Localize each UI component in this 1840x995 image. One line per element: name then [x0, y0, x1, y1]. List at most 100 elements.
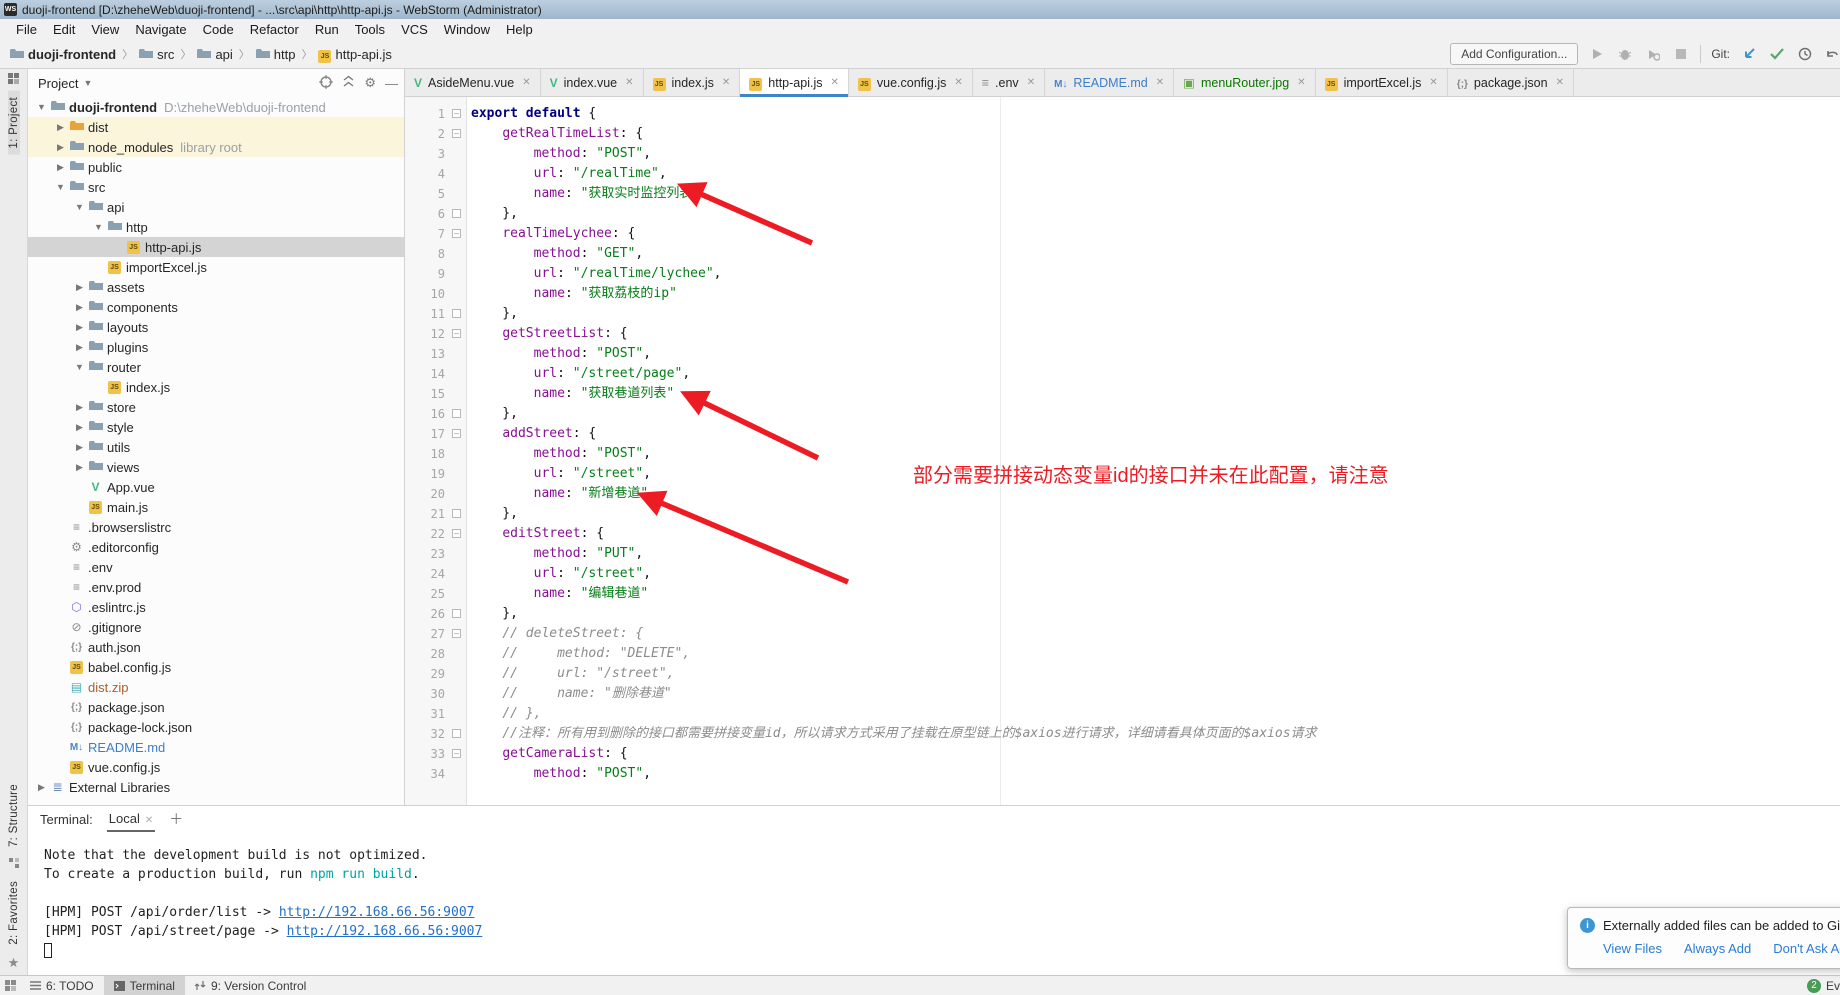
close-icon[interactable]: ✕ — [1156, 77, 1164, 88]
menu-item-code[interactable]: Code — [195, 20, 242, 39]
tree-item-style[interactable]: ▶style — [28, 417, 404, 437]
status-tool-switcher-icon[interactable] — [0, 980, 20, 991]
fold-marker-icon[interactable]: – — [452, 429, 461, 438]
tool-window-switcher-icon[interactable] — [8, 73, 19, 87]
tree-collapse-arrow[interactable]: ▶ — [53, 142, 68, 153]
tree-item-.env.prod[interactable]: ≡.env.prod — [28, 577, 404, 597]
close-icon[interactable]: ✕ — [625, 77, 633, 88]
tree-collapse-arrow[interactable]: ▶ — [53, 122, 68, 133]
fold-marker-icon[interactable]: – — [452, 749, 461, 758]
collapse-all-icon[interactable] — [342, 75, 355, 91]
breadcrumb-item-http-api.js[interactable]: JShttp-api.js — [316, 46, 393, 63]
tree-item-api[interactable]: ▼api — [28, 197, 404, 217]
status-version-control-button[interactable]: 9: Version Control — [185, 976, 316, 995]
tree-item-auth.json[interactable]: {;}auth.json — [28, 637, 404, 657]
breadcrumb-item-api[interactable]: api — [195, 47, 234, 62]
fold-end-marker-icon[interactable] — [452, 209, 461, 218]
select-opened-file-icon[interactable] — [319, 75, 333, 92]
git-update-icon[interactable] — [1740, 45, 1758, 63]
menu-item-window[interactable]: Window — [436, 20, 498, 39]
tree-expanded-arrow[interactable]: ▼ — [91, 222, 106, 232]
tree-collapse-arrow[interactable]: ▶ — [72, 462, 87, 473]
tab-http-api.js[interactable]: JShttp-api.js✕ — [740, 69, 849, 96]
tree-collapse-arrow[interactable]: ▶ — [72, 422, 87, 433]
terminal-link[interactable]: http://192.168.66.56:9007 — [287, 924, 483, 939]
event-log-button[interactable]: 2 Ev — [1807, 979, 1840, 993]
run-with-coverage-icon[interactable] — [1644, 45, 1662, 63]
close-icon[interactable]: ✕ — [1556, 77, 1564, 88]
tree-item-.gitignore[interactable]: ⊘.gitignore — [28, 617, 404, 637]
tree-item-http-api.js[interactable]: JShttp-api.js — [28, 237, 404, 257]
add-configuration-button[interactable]: Add Configuration... — [1450, 43, 1578, 65]
close-icon[interactable]: ✕ — [1297, 77, 1305, 88]
tree-expanded-arrow[interactable]: ▼ — [72, 202, 87, 212]
close-icon[interactable]: ✕ — [722, 77, 730, 88]
menu-item-run[interactable]: Run — [307, 20, 347, 39]
close-icon[interactable]: ✕ — [522, 77, 530, 88]
tree-item-views[interactable]: ▶views — [28, 457, 404, 477]
tree-collapse-arrow[interactable]: ▶ — [72, 342, 87, 353]
fold-end-marker-icon[interactable] — [452, 729, 461, 738]
tree-item-External Libraries[interactable]: ▶≣External Libraries — [28, 777, 404, 797]
tree-item-package-lock.json[interactable]: {;}package-lock.json — [28, 717, 404, 737]
tree-item-public[interactable]: ▶public — [28, 157, 404, 177]
tree-item-.browserslistrc[interactable]: ≡.browserslistrc — [28, 517, 404, 537]
status-todo-button[interactable]: 6: TODO — [20, 976, 104, 995]
fold-end-marker-icon[interactable] — [452, 509, 461, 518]
tab-menuRouter.jpg[interactable]: ▣menuRouter.jpg✕ — [1174, 69, 1315, 96]
tree-item-App.vue[interactable]: VApp.vue — [28, 477, 404, 497]
tree-collapse-arrow[interactable]: ▶ — [72, 302, 87, 313]
terminal-tab-local[interactable]: Local✕ — [107, 807, 155, 832]
stripe-structure-button[interactable]: 7: Structure — [8, 778, 20, 853]
tree-item-index.js[interactable]: JSindex.js — [28, 377, 404, 397]
tree-item-layouts[interactable]: ▶layouts — [28, 317, 404, 337]
fold-end-marker-icon[interactable] — [452, 409, 461, 418]
tree-expanded-arrow[interactable]: ▼ — [34, 102, 49, 112]
breadcrumb-item-duoji-frontend[interactable]: duoji-frontend — [8, 47, 118, 62]
breadcrumb-item-src[interactable]: src — [137, 47, 176, 62]
tree-item-node_modules[interactable]: ▶node_moduleslibrary root — [28, 137, 404, 157]
tree-collapse-arrow[interactable]: ▶ — [34, 782, 49, 793]
tree-expanded-arrow[interactable]: ▼ — [72, 362, 87, 372]
favorites-star-icon[interactable]: ★ — [8, 955, 20, 971]
notification-action-always-add[interactable]: Always Add — [1684, 941, 1751, 956]
notification-action-view-files[interactable]: View Files — [1603, 941, 1662, 956]
fold-marker-icon[interactable]: – — [452, 109, 461, 118]
tree-item-.editorconfig[interactable]: ⚙.editorconfig — [28, 537, 404, 557]
settings-gear-icon[interactable]: ⚙ — [364, 75, 376, 91]
terminal-link[interactable]: http://192.168.66.56:9007 — [279, 905, 475, 920]
tree-item-package.json[interactable]: {;}package.json — [28, 697, 404, 717]
tree-item-dist[interactable]: ▶dist — [28, 117, 404, 137]
tree-item-vue.config.js[interactable]: JSvue.config.js — [28, 757, 404, 777]
menu-item-view[interactable]: View — [83, 20, 127, 39]
code-editor[interactable]: 1–export default {2– getRealTimeList: {3… — [405, 97, 1840, 805]
tree-item-.env[interactable]: ≡.env — [28, 557, 404, 577]
tree-item-http[interactable]: ▼http — [28, 217, 404, 237]
fold-marker-icon[interactable]: – — [452, 229, 461, 238]
close-icon[interactable]: ✕ — [830, 77, 838, 88]
tree-item-importExcel.js[interactable]: JSimportExcel.js — [28, 257, 404, 277]
run-icon[interactable] — [1588, 45, 1606, 63]
tree-item-README.md[interactable]: M↓README.md — [28, 737, 404, 757]
tab-importExcel.js[interactable]: JSimportExcel.js✕ — [1316, 69, 1448, 96]
fold-marker-icon[interactable]: – — [452, 329, 461, 338]
tree-item-babel.config.js[interactable]: JSbabel.config.js — [28, 657, 404, 677]
close-icon[interactable]: ✕ — [145, 815, 153, 826]
menu-item-vcs[interactable]: VCS — [393, 20, 436, 39]
git-commit-icon[interactable] — [1768, 45, 1786, 63]
tree-item-router[interactable]: ▼router — [28, 357, 404, 377]
tab-README.md[interactable]: M↓README.md✕ — [1045, 69, 1174, 96]
tree-item-dist.zip[interactable]: ▤dist.zip — [28, 677, 404, 697]
project-panel-title[interactable]: Project — [38, 76, 78, 91]
tab-vue.config.js[interactable]: JSvue.config.js✕ — [849, 69, 973, 96]
tree-collapse-arrow[interactable]: ▶ — [53, 162, 68, 173]
tree-item-plugins[interactable]: ▶plugins — [28, 337, 404, 357]
tab-AsideMenu.vue[interactable]: VAsideMenu.vue✕ — [405, 69, 541, 96]
tree-collapse-arrow[interactable]: ▶ — [72, 282, 87, 293]
tree-collapse-arrow[interactable]: ▶ — [72, 402, 87, 413]
tree-item-.eslintrc.js[interactable]: ⬡.eslintrc.js — [28, 597, 404, 617]
breadcrumb-item-http[interactable]: http — [254, 47, 298, 62]
status-terminal-button[interactable]: Terminal — [104, 976, 185, 995]
close-icon[interactable]: ✕ — [1429, 77, 1437, 88]
rollback-icon[interactable] — [1824, 45, 1840, 63]
